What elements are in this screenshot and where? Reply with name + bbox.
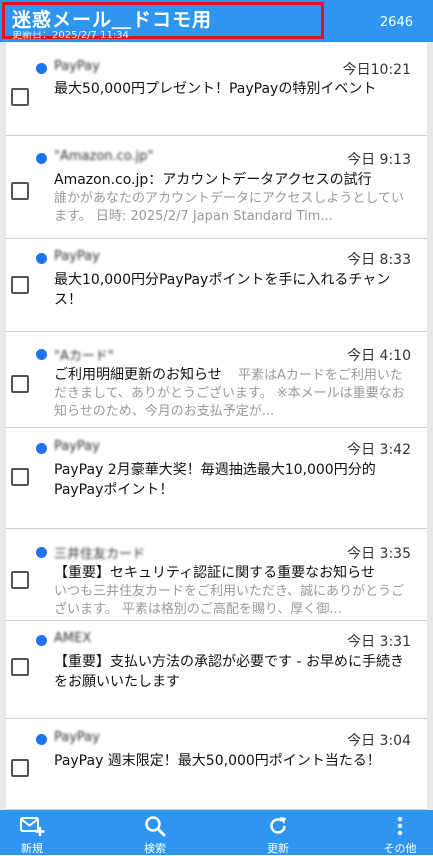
message-count: 2646: [379, 15, 413, 30]
message-subject: PayPay 2月豪華大奖！毎週抽选最大10,000円分的PayPayポイント！: [54, 462, 376, 498]
message-subject: 最大10,000円分PayPayポイントを手に入れるチャンス！: [54, 272, 391, 308]
sender-name: "Amazon.co.jp": [54, 149, 154, 164]
message-checkbox[interactable]: [11, 88, 29, 106]
received-time: 今日 8:33: [347, 252, 411, 268]
message-list[interactable]: PayPay 今日10:21 最大50,000円プレゼント！PayPayの特別イ…: [0, 42, 433, 810]
message-item[interactable]: AMEX 今日 3:31 【重要】支払い方法の承認が必要です - お早めに手続き…: [6, 621, 427, 719]
more-button[interactable]: その他: [360, 810, 433, 855]
refresh-button[interactable]: 更新: [238, 810, 318, 855]
message-checkbox[interactable]: [11, 182, 29, 200]
sender-name: 三井住友カード: [54, 547, 146, 562]
sender-name: PayPay: [54, 249, 100, 264]
compose-icon: [19, 815, 45, 841]
message-item[interactable]: "Amazon.co.jp" 今日 9:13 Amazon.co.jp：アカウン…: [6, 136, 427, 239]
message-checkbox[interactable]: [11, 276, 29, 294]
message-subject: 最大50,000円プレゼント！PayPayの特別イベント: [54, 81, 377, 97]
bottom-nav: 新規 検索 更新 その他: [0, 810, 433, 855]
unread-dot: [36, 63, 47, 74]
received-time: 今日 3:31: [347, 634, 411, 650]
folder-title[interactable]: 迷惑メール＿ドコモ用: [12, 5, 212, 32]
message-checkbox[interactable]: [11, 571, 29, 589]
message-checkbox[interactable]: [11, 658, 29, 676]
message-checkbox[interactable]: [11, 468, 29, 486]
message-item[interactable]: PayPay 今日10:21 最大50,000円プレゼント！PayPayの特別イ…: [6, 42, 427, 136]
sender-name: PayPay: [54, 59, 100, 74]
last-updated-text: 更新日：2025/2/7 11:34: [12, 31, 129, 40]
unread-dot: [36, 547, 47, 558]
message-subject: 【重要】支払い方法の承認が必要です - お早めに手続きをお願いいたします: [54, 654, 404, 690]
message-preview: いつも三井住友カードをご利用いただき、誠にありがとうございます。 平素は格別のご…: [54, 584, 405, 617]
message-checkbox[interactable]: [11, 375, 29, 393]
received-time: 今日10:21: [342, 62, 411, 78]
received-time: 今日 4:10: [347, 348, 411, 364]
message-preview: 誰かがあなたのアカウントデータにアクセスしようとしています。 日時: 2025/…: [54, 191, 404, 224]
message-item[interactable]: PayPay 今日 3:42 PayPay 2月豪華大奖！毎週抽选最大10,00…: [6, 428, 427, 529]
unread-dot: [36, 635, 47, 646]
unread-dot: [36, 153, 47, 164]
new-label: 新規: [21, 842, 43, 855]
sender-name: AMEX: [54, 631, 92, 646]
message-checkbox[interactable]: [11, 759, 29, 777]
received-time: 今日 3:42: [347, 442, 411, 458]
refresh-icon: [267, 815, 289, 841]
unread-dot: [36, 253, 47, 264]
received-time: 今日 9:13: [347, 152, 411, 168]
new-message-button[interactable]: 新規: [0, 810, 72, 855]
search-button[interactable]: 検索: [115, 810, 195, 855]
message-subject: PayPay 週末限定！最大50,000円ポイント当たる！: [54, 753, 381, 769]
message-preview: 平素はAカードをご利用いただきまして、ありがとうございます。 ※本メールは重要な…: [54, 368, 405, 419]
received-time: 今日 3:35: [347, 546, 411, 562]
message-item[interactable]: "Aカード" 今日 4:10 ご利用明細更新のお知らせ 平素はAカードをご利用い…: [6, 332, 427, 428]
unread-dot: [36, 443, 47, 454]
message-item[interactable]: PayPay 今日 3:04 PayPay 週末限定！最大50,000円ポイント…: [6, 719, 427, 810]
message-subject: Amazon.co.jp：アカウントデータアクセスの試行: [54, 172, 372, 188]
more-label: その他: [383, 842, 417, 855]
sender-name: PayPay: [54, 439, 100, 454]
message-subject: 【重要】セキュリティ認証に関する重要なお知らせ: [54, 565, 375, 581]
search-icon: [144, 815, 166, 841]
received-time: 今日 3:04: [347, 733, 411, 749]
refresh-label: 更新: [267, 842, 289, 855]
sender-name: PayPay: [54, 730, 100, 745]
search-label: 検索: [144, 842, 166, 855]
unread-dot: [36, 349, 47, 360]
more-vertical-icon: [396, 815, 404, 841]
message-item[interactable]: PayPay 今日 8:33 最大10,000円分PayPayポイントを手に入れ…: [6, 239, 427, 332]
message-item[interactable]: 三井住友カード 今日 3:35 【重要】セキュリティ認証に関する重要なお知らせ …: [6, 529, 427, 621]
app-header: 迷惑メール＿ドコモ用 更新日：2025/2/7 11:34 2646: [0, 0, 433, 42]
unread-dot: [36, 734, 47, 745]
sender-name: "Aカード": [54, 349, 114, 364]
